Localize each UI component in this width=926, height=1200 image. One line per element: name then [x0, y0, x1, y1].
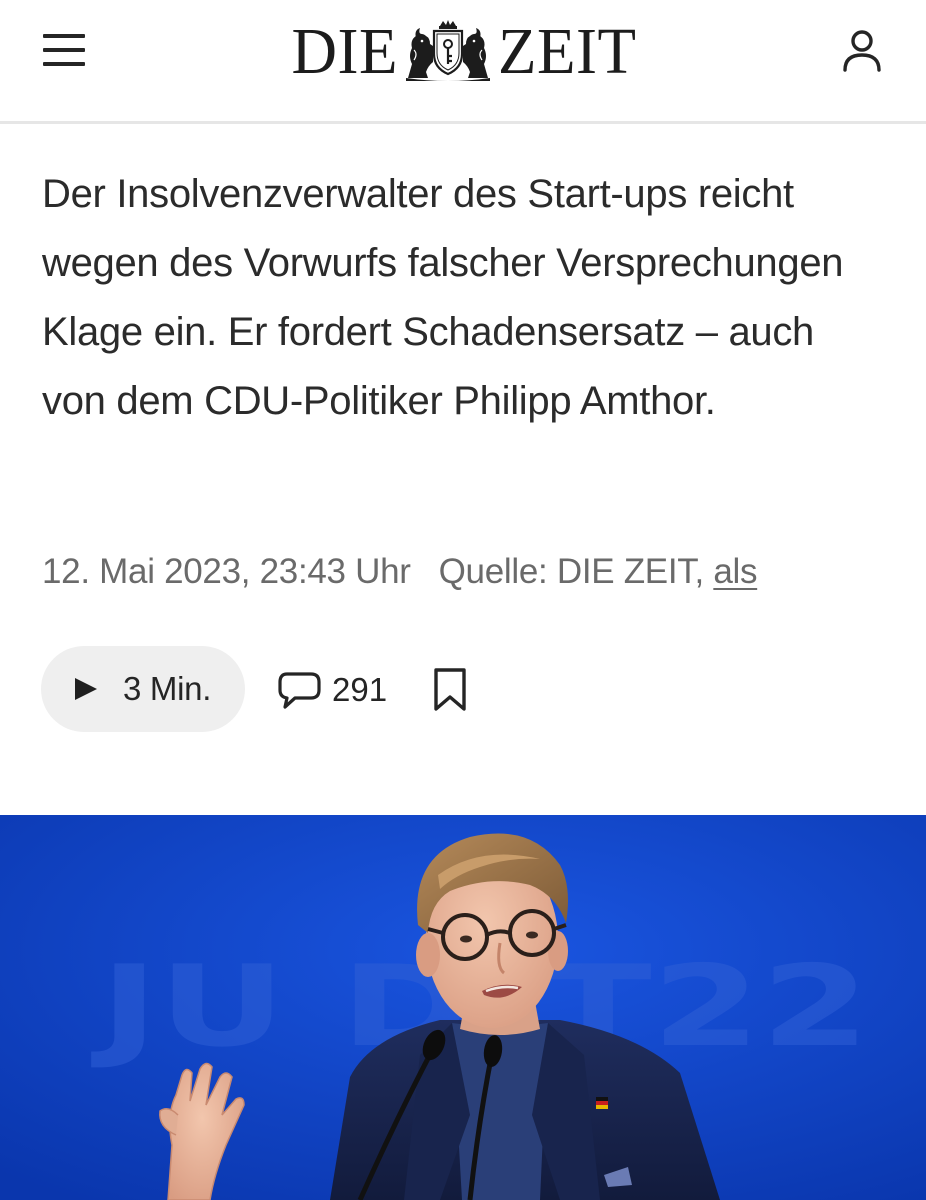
listen-duration: 3 Min. [123, 670, 212, 707]
comment-count: 291 [332, 671, 388, 708]
menu-line [43, 34, 85, 38]
logo-word-zeit: ZEIT [498, 14, 637, 87]
source-label: Quelle: DIE ZEIT, [438, 552, 705, 591]
photo-speaker-at-podium: JU DLT22 [0, 815, 926, 1200]
speech-bubble-icon [278, 672, 321, 709]
bookmark-button[interactable] [430, 666, 470, 714]
author-link[interactable]: als [713, 552, 757, 591]
menu-line [43, 62, 85, 66]
bookmark-icon [434, 668, 466, 711]
logo-word-die: DIE [291, 14, 399, 87]
die-zeit-logo[interactable]: DIE ZEIT [278, 18, 650, 84]
site-header: DIE ZEIT [0, 0, 926, 124]
play-icon [75, 678, 97, 700]
publish-date: 12. Mai 2023, 23:43 Uhr [42, 552, 411, 591]
article-photo: JU DLT22 [0, 815, 926, 1200]
article-meta: 12. Mai 2023, 23:43 Uhr Quelle: DIE ZEIT,… [42, 552, 757, 592]
hamburger-menu-button[interactable] [38, 28, 90, 72]
comments-button[interactable]: 291 [276, 668, 387, 712]
user-icon [843, 30, 881, 72]
article-summary: Der Insolvenzverwalter des Start-ups rei… [42, 172, 844, 423]
user-account-button[interactable] [836, 24, 888, 76]
listen-audio-button[interactable]: 3 Min. [41, 646, 245, 732]
crest-icon [406, 20, 491, 81]
menu-line [43, 48, 85, 52]
